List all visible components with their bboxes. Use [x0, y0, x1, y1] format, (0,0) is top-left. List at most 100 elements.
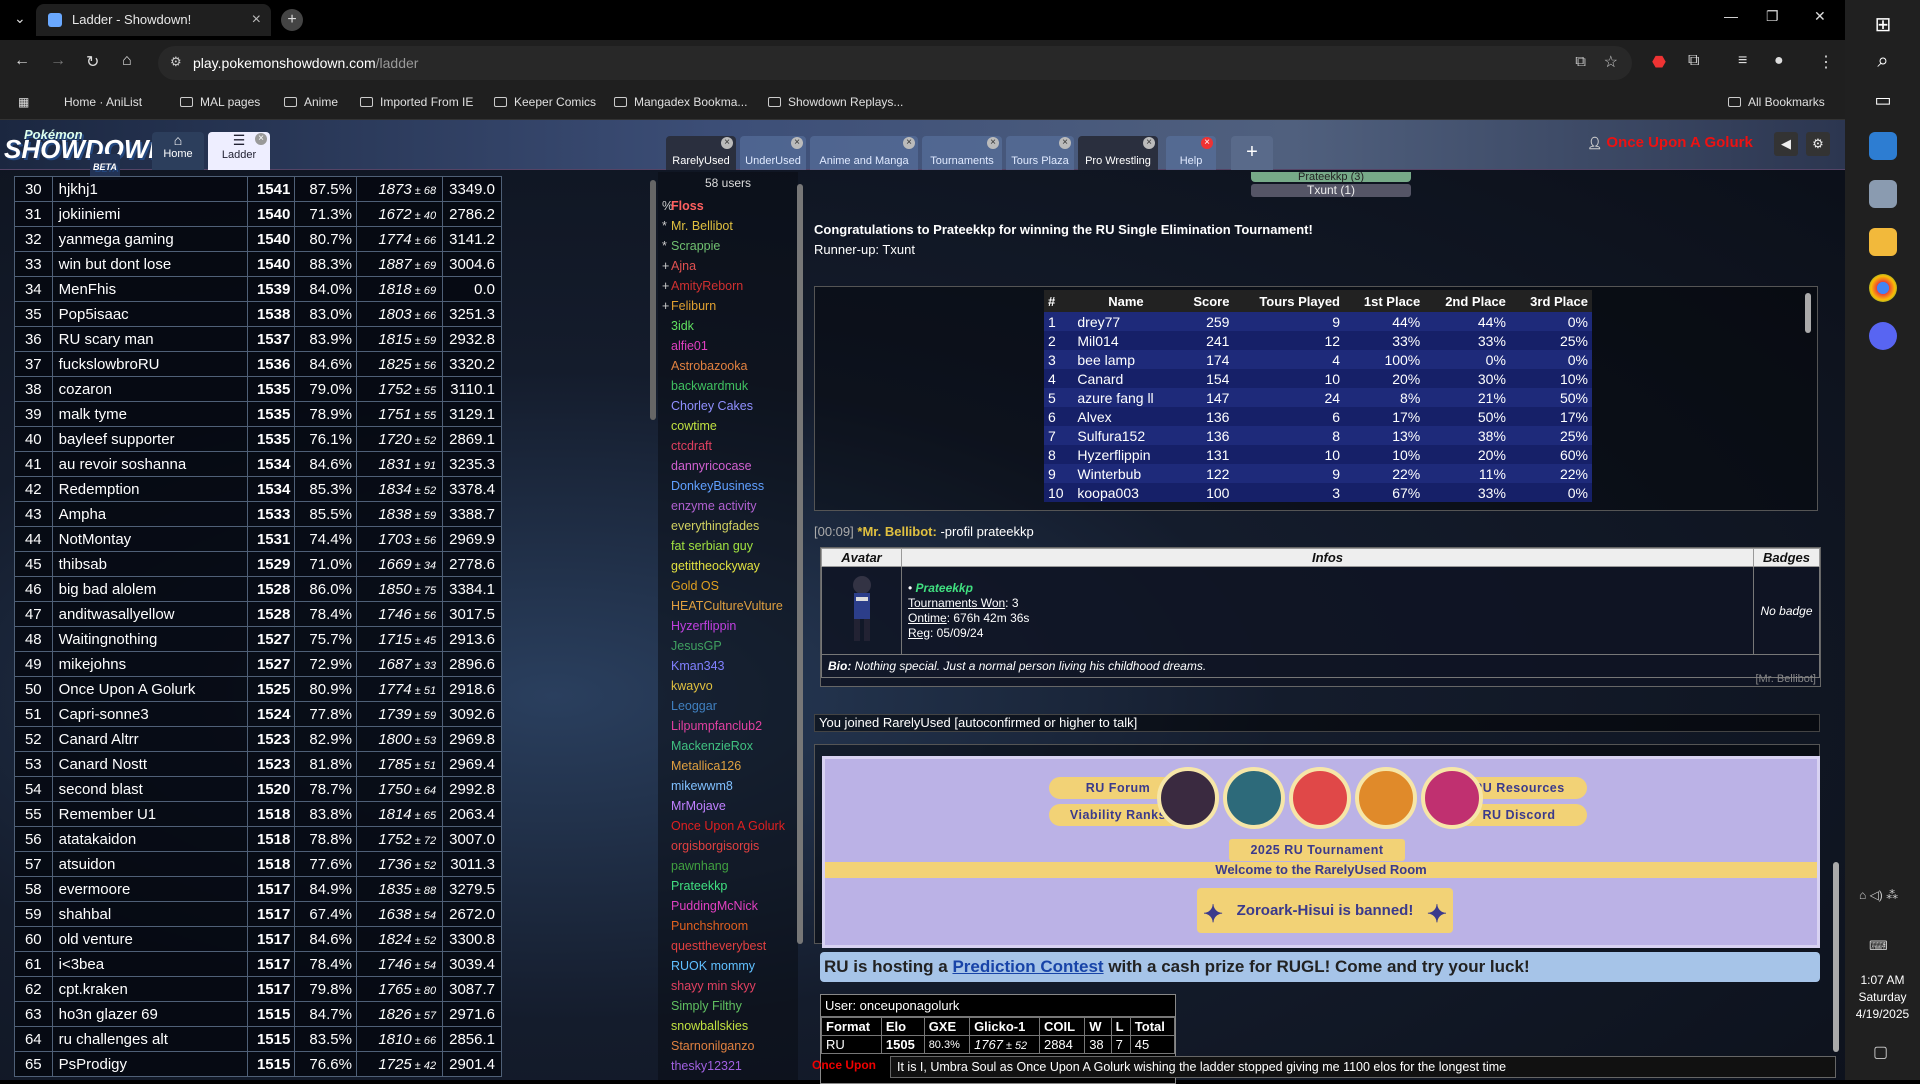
clock[interactable]: 1:07 AM Saturday 4/19/2025	[1845, 972, 1920, 1023]
forward-icon[interactable]: →	[50, 52, 66, 70]
user-list-item[interactable]: Prateekkp	[658, 876, 798, 896]
bookmark-item[interactable]: Showdown Replays...	[768, 95, 903, 109]
circuit-link[interactable]: 2025 RU Tournament Circuit	[1229, 839, 1405, 879]
ladder-username[interactable]: Canard Altrr	[51, 726, 248, 752]
start-icon[interactable]: ⊞	[1869, 12, 1897, 40]
reload-icon[interactable]: ↻	[86, 52, 99, 72]
ladder-username[interactable]: Capri-sonne3	[51, 701, 248, 727]
user-list-item[interactable]: + AmityReborn	[658, 276, 798, 296]
room-tab-rarelyused[interactable]: RarelyUsed ×	[666, 136, 736, 170]
ladder-username[interactable]: cpt.kraken	[51, 976, 248, 1002]
ladder-username[interactable]: anditwasallyellow	[51, 601, 248, 627]
chat-user[interactable]: *Mr. Bellibot:	[857, 524, 936, 539]
minimize-icon[interactable]: —	[1724, 8, 1738, 24]
bookmark-item[interactable]: Imported From IE	[360, 95, 473, 109]
close-room-icon[interactable]: ×	[1059, 137, 1071, 149]
chrome-icon[interactable]	[1869, 274, 1897, 302]
close-room-icon[interactable]: ×	[721, 137, 733, 149]
room-tab-pro-wrestling[interactable]: Pro Wrestling ×	[1078, 136, 1158, 170]
user-list-item[interactable]: Metallica126	[658, 756, 798, 776]
profile-name[interactable]: Prateekkp	[916, 581, 973, 595]
user-list-item[interactable]: MackenzieRox	[658, 736, 798, 756]
close-room-icon[interactable]: ×	[1143, 137, 1155, 149]
ladder-username[interactable]: PsProdigy	[51, 1051, 248, 1077]
extensions-icon[interactable]: ⧉	[1688, 52, 1699, 70]
ladder-username[interactable]: Remember U1	[51, 801, 248, 827]
site-info-icon[interactable]: ⚙	[170, 54, 182, 70]
ladder-username[interactable]: cozaron	[51, 376, 248, 402]
ladder-username[interactable]: win but dont lose	[51, 251, 248, 277]
home-icon[interactable]: ⌂	[122, 52, 132, 70]
ladder-username[interactable]: i<3bea	[51, 951, 248, 977]
user-list-item[interactable]: backwardmuk	[658, 376, 798, 396]
close-tab-icon[interactable]: ×	[255, 133, 267, 145]
user-list-item[interactable]: shayy min skyy	[658, 976, 798, 996]
restore-icon[interactable]: ❐	[1766, 8, 1779, 25]
showdown-logo[interactable]: Pokémon SHOWDOWN BETA	[4, 124, 167, 180]
bookmark-item[interactable]: Anime	[284, 95, 338, 109]
user-list-item[interactable]: pawnhang	[658, 856, 798, 876]
user-list-item[interactable]: JesusGP	[658, 636, 798, 656]
user-list-item[interactable]: %Floss	[658, 196, 798, 216]
ladder-username[interactable]: MenFhis	[51, 276, 248, 302]
close-window-icon[interactable]: ✕	[1814, 8, 1826, 25]
user-list-item[interactable]: fat serbian guy	[658, 536, 798, 556]
user-list-item[interactable]: Hyzerflippin	[658, 616, 798, 636]
extension-shield-icon[interactable]: ⬣	[1652, 52, 1666, 72]
profile-avatar-icon[interactable]: ●	[1774, 52, 1784, 70]
menu-icon[interactable]: ⋮	[1818, 52, 1834, 72]
close-room-icon[interactable]: ×	[1201, 137, 1213, 149]
all-bookmarks[interactable]: All Bookmarks	[1728, 95, 1825, 109]
ladder-username[interactable]: old venture	[51, 926, 248, 952]
user-list-item[interactable]: thesky12321	[658, 1056, 798, 1076]
room-tab-underused[interactable]: UnderUsed ×	[740, 136, 806, 170]
ladder-username[interactable]: yanmega gaming	[51, 226, 248, 252]
user-list-item[interactable]: dannyricocase	[658, 456, 798, 476]
user-list-item[interactable]: Gold OS	[658, 576, 798, 596]
user-list-item[interactable]: mikewwm8	[658, 776, 798, 796]
ladder-username[interactable]: bayleef supporter	[51, 426, 248, 452]
bookmark-item[interactable]: Keeper Comics	[494, 95, 596, 109]
user-list-item[interactable]: 3idk	[658, 316, 798, 336]
ladder-username[interactable]: Once Upon A Golurk	[51, 676, 248, 702]
close-room-icon[interactable]: ×	[987, 137, 999, 149]
bookmark-item[interactable]: MAL pages	[180, 95, 260, 109]
user-list-item[interactable]: PuddingMcNick	[658, 896, 798, 916]
user-list-item[interactable]: ctcdraft	[658, 436, 798, 456]
install-icon[interactable]: ⧉	[1575, 53, 1586, 70]
ladder-username[interactable]: Pop5isaac	[51, 301, 248, 327]
user-list-item[interactable]: * Scrappie	[658, 236, 798, 256]
user-list-item[interactable]: snowballskies	[658, 1016, 798, 1036]
user-list-item[interactable]: Leoggar	[658, 696, 798, 716]
user-list-item[interactable]: alfie01	[658, 336, 798, 356]
ladder-scrollbar[interactable]	[650, 180, 656, 420]
task-view-icon[interactable]: ▭	[1869, 90, 1897, 118]
ladder-username[interactable]: thibsab	[51, 551, 248, 577]
ladder-username[interactable]: malk tyme	[51, 401, 248, 427]
settings-button[interactable]: ⚙	[1806, 132, 1830, 156]
user-list-item[interactable]: * Mr. Bellibot	[658, 216, 798, 236]
ladder-username[interactable]: big bad alolem	[51, 576, 248, 602]
ladder-username[interactable]: ru challenges alt	[51, 1026, 248, 1052]
chat-scrollbar[interactable]	[1833, 862, 1839, 1052]
bookmark-item[interactable]: Mangadex Bookma...	[614, 95, 747, 109]
user-list-item[interactable]: Once Upon A Golurk	[658, 816, 798, 836]
ladder-username[interactable]: NotMontay	[51, 526, 248, 552]
ladder-username[interactable]: Redemption	[51, 476, 248, 502]
user-list-item[interactable]: Lilpumpfanclub2	[658, 716, 798, 736]
room-tab-tournaments[interactable]: Tournaments ×	[922, 136, 1002, 170]
discord-icon[interactable]	[1869, 322, 1897, 350]
sound-button[interactable]: ◀	[1774, 132, 1798, 156]
ladder-username[interactable]: RU scary man	[51, 326, 248, 352]
ladder-username[interactable]: Canard Nostt	[51, 751, 248, 777]
user-list-item[interactable]: kwayvo	[658, 676, 798, 696]
user-list-item[interactable]: orgisborgisorgis	[658, 836, 798, 856]
ladder-username[interactable]: shahbal	[51, 901, 248, 927]
ladder-username[interactable]: atsuidon	[51, 851, 248, 877]
userlist-scrollbar[interactable]	[797, 184, 803, 944]
ladder-username[interactable]: hjkhj1	[51, 176, 248, 202]
user-list-item[interactable]: Punchshroom	[658, 916, 798, 936]
close-room-icon[interactable]: ×	[903, 137, 915, 149]
close-tab-icon[interactable]: ×	[252, 4, 261, 36]
current-user[interactable]: 👤︎ Once Upon A Golurk	[1587, 134, 1753, 151]
